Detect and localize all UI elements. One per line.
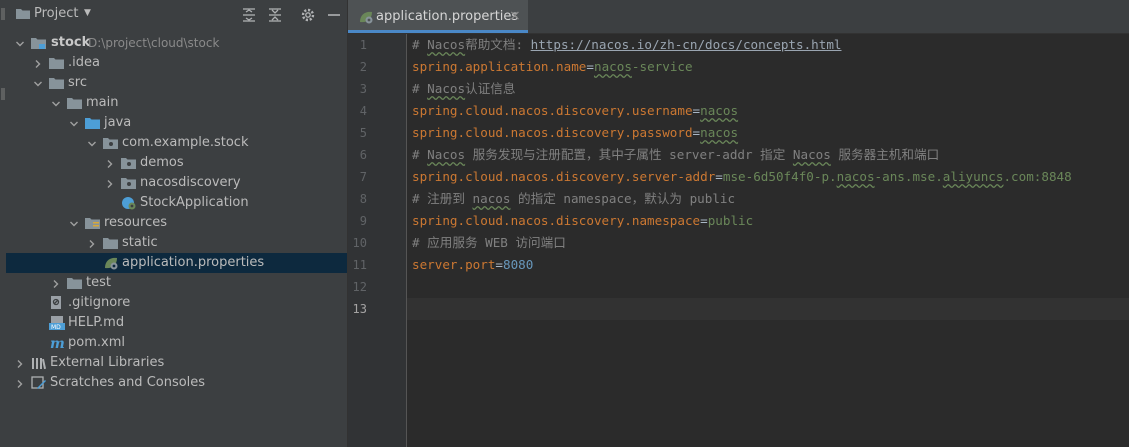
- tree-item-demos[interactable]: demos: [6, 153, 347, 173]
- spring-properties-icon: [358, 10, 374, 24]
- tree-item-help-md[interactable]: MD HELP.md: [6, 313, 347, 333]
- svg-text:m: m: [50, 336, 65, 350]
- code-line-6[interactable]: # Nacos 服务发现与注册配置，其中子属性 server-addr 指定 N…: [412, 144, 939, 166]
- markdown-file-icon: MD: [49, 316, 65, 331]
- line-number-gutter: 1 2 3 4 5 6 7 8 9 10 11 12 13: [348, 34, 407, 447]
- line-number: 9: [359, 214, 367, 228]
- code-line-4[interactable]: spring.cloud.nacos.discovery.username=na…: [412, 100, 738, 122]
- project-tool-icon[interactable]: [1, 8, 5, 20]
- editor-tab-bar: application.properties ×: [348, 0, 1129, 34]
- tree-item-stock[interactable]: stock D:\project\cloud\stock: [6, 33, 347, 53]
- close-tab-icon[interactable]: ×: [509, 8, 521, 24]
- code-line-3[interactable]: # Nacos认证信息: [412, 78, 515, 100]
- folder-icon: [49, 76, 65, 90]
- svg-text:MD: MD: [51, 324, 61, 330]
- current-line-number: 13: [352, 302, 367, 316]
- expand-all-icon[interactable]: [241, 7, 257, 23]
- line-number: 11: [352, 258, 367, 272]
- chevron-down-icon[interactable]: [87, 138, 97, 148]
- chevron-right-icon[interactable]: [105, 178, 115, 188]
- tree-item-pom-xml[interactable]: m pom.xml: [6, 333, 347, 353]
- line-number: 10: [352, 236, 367, 250]
- gear-icon[interactable]: [300, 7, 316, 23]
- code-line-9[interactable]: spring.cloud.nacos.discovery.namespace=p…: [412, 210, 753, 232]
- project-panel: Project ▼ stock D:\project\cloud\stock .…: [6, 0, 348, 447]
- tree-item-scratches[interactable]: Scratches and Consoles: [6, 373, 347, 393]
- tree-item-main[interactable]: main: [6, 93, 347, 113]
- resources-folder-icon: [85, 216, 101, 230]
- docs-link[interactable]: https://nacos.io/zh-cn/docs/concepts.htm…: [531, 37, 842, 52]
- tree-item-external-libraries[interactable]: External Libraries: [6, 353, 347, 373]
- structure-tool-icon[interactable]: [1, 88, 5, 100]
- tree-item-src[interactable]: src: [6, 73, 347, 93]
- tree-item-package[interactable]: com.example.stock: [6, 133, 347, 153]
- tree-item-application-properties[interactable]: application.properties: [6, 253, 347, 273]
- library-icon: [31, 356, 47, 370]
- line-number: 1: [359, 38, 367, 52]
- code-line-11[interactable]: server.port=8080: [412, 254, 533, 276]
- code-line-8[interactable]: # 注册到 nacos 的指定 namespace，默认为 public: [412, 188, 735, 210]
- chevron-right-icon[interactable]: [15, 358, 25, 368]
- code-line-5[interactable]: spring.cloud.nacos.discovery.password=na…: [412, 122, 738, 144]
- project-folder-icon: [16, 8, 30, 19]
- tab-application-properties[interactable]: application.properties ×: [348, 0, 528, 33]
- tree-item-idea[interactable]: .idea: [6, 53, 347, 73]
- chevron-right-icon[interactable]: [105, 158, 115, 168]
- tab-label: application.properties: [376, 9, 519, 24]
- line-number: 12: [352, 280, 367, 294]
- dropdown-caret-icon[interactable]: ▼: [84, 8, 91, 18]
- spring-properties-icon: [103, 256, 119, 270]
- current-line-highlight: [407, 298, 1129, 320]
- code-line-1[interactable]: # Nacos帮助文档: https://nacos.io/zh-cn/docs…: [412, 34, 842, 56]
- line-number: 6: [359, 148, 367, 162]
- line-number: 8: [359, 192, 367, 206]
- package-icon: [121, 176, 137, 190]
- ignore-file-icon: [49, 296, 65, 310]
- tree-item-test[interactable]: test: [6, 273, 347, 293]
- chevron-right-icon[interactable]: [87, 238, 97, 248]
- ide-window: Project ▼ stock D:\project\cloud\stock .…: [0, 0, 1129, 447]
- tree-item-resources[interactable]: resources: [6, 213, 347, 233]
- tree-item-stock-application[interactable]: StockApplication: [6, 193, 347, 213]
- source-folder-icon: [85, 116, 101, 130]
- folder-icon: [67, 96, 83, 110]
- collapse-all-icon[interactable]: [267, 7, 283, 23]
- package-icon: [121, 156, 137, 170]
- chevron-right-icon[interactable]: [33, 58, 43, 68]
- module-folder-icon: [31, 36, 47, 50]
- project-panel-header: Project ▼: [6, 0, 347, 31]
- chevron-right-icon[interactable]: [15, 378, 25, 388]
- line-number: 3: [359, 82, 367, 96]
- spring-boot-class-icon: [121, 196, 137, 210]
- tree-item-nacosdiscovery[interactable]: nacosdiscovery: [6, 173, 347, 193]
- maven-icon: m: [49, 336, 65, 352]
- folder-icon: [49, 56, 65, 70]
- code-line-7[interactable]: spring.cloud.nacos.discovery.server-addr…: [412, 166, 1072, 188]
- chevron-down-icon[interactable]: [15, 38, 25, 48]
- line-number: 7: [359, 170, 367, 184]
- tree-item-java[interactable]: java: [6, 113, 347, 133]
- package-icon: [103, 136, 119, 150]
- folder-icon: [103, 236, 119, 250]
- line-number: 4: [359, 104, 367, 118]
- tree-item-gitignore[interactable]: .gitignore: [6, 293, 347, 313]
- chevron-down-icon[interactable]: [51, 98, 61, 108]
- tree-item-static[interactable]: static: [6, 233, 347, 253]
- chevron-right-icon[interactable]: [51, 278, 61, 288]
- chevron-down-icon[interactable]: [69, 218, 79, 228]
- minimize-icon[interactable]: [326, 7, 342, 23]
- line-number: 2: [359, 60, 367, 74]
- scratches-icon: [31, 376, 47, 390]
- line-number: 5: [359, 126, 367, 140]
- folder-icon: [67, 276, 83, 290]
- project-view-title[interactable]: Project: [34, 6, 78, 21]
- code-line-2[interactable]: spring.application.name=nacos-service: [412, 56, 693, 78]
- chevron-down-icon[interactable]: [69, 118, 79, 128]
- chevron-down-icon[interactable]: [33, 78, 43, 88]
- code-line-10[interactable]: # 应用服务 WEB 访问端口: [412, 232, 566, 254]
- code-editor[interactable]: # Nacos帮助文档: https://nacos.io/zh-cn/docs…: [407, 34, 1129, 447]
